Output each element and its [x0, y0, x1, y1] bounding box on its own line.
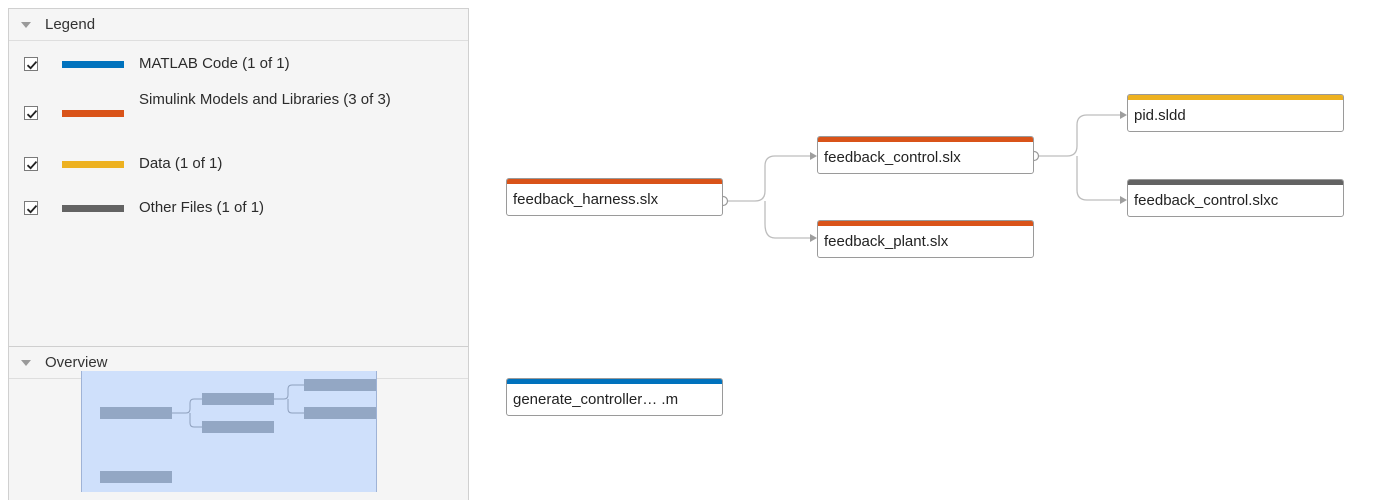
node-label: generate_controller… .m — [513, 391, 679, 408]
dependency-graph-canvas[interactable]: feedback_harness.slx feedback_control.sl… — [469, 8, 1382, 500]
check-icon — [26, 161, 38, 170]
node-label: feedback_control.slxc — [1134, 192, 1279, 209]
legend-label-other-files: Other Files (1 of 1) — [139, 199, 265, 216]
legend-item-other-files: Other Files (1 of 1) — [9, 198, 468, 218]
overview-viewport[interactable] — [81, 371, 377, 492]
legend-swatch-matlab-code — [62, 61, 124, 68]
overview-title: Overview — [45, 354, 108, 371]
node-feedback-control[interactable]: feedback_control.slx — [817, 136, 1034, 174]
node-label: feedback_harness.slx — [513, 191, 659, 208]
collapse-triangle-icon[interactable] — [21, 21, 31, 28]
legend-swatch-data — [62, 161, 124, 168]
arrowhead-icon — [1120, 111, 1127, 119]
node-feedback-plant[interactable]: feedback_plant.slx — [817, 220, 1034, 258]
node-pid-sldd[interactable]: pid.sldd — [1127, 94, 1344, 132]
check-icon — [26, 205, 38, 214]
legend-item-data: Data (1 of 1) — [9, 154, 468, 174]
checkbox-simulink-models[interactable] — [24, 106, 38, 120]
node-color-bar — [818, 137, 1033, 142]
node-feedback-harness[interactable]: feedback_harness.slx — [506, 178, 723, 216]
node-color-bar — [818, 221, 1033, 226]
legend-item-matlab-code: MATLAB Code (1 of 1) — [9, 54, 468, 74]
arrowhead-icon — [810, 152, 817, 160]
overview-edges — [172, 384, 304, 428]
node-generate-controller[interactable]: generate_controller… .m — [506, 378, 723, 416]
check-icon — [26, 110, 38, 119]
checkbox-data[interactable] — [24, 157, 38, 171]
arrowhead-icon — [1120, 196, 1127, 204]
arrowhead-icon — [810, 234, 817, 242]
legend-swatch-other-files — [62, 205, 124, 212]
node-label: pid.sldd — [1134, 107, 1186, 124]
legend-label-simulink-models: Simulink Models and Libraries (3 of 3) — [139, 91, 391, 108]
legend-title: Legend — [45, 16, 96, 33]
legend-label-data: Data (1 of 1) — [139, 155, 223, 172]
node-color-bar — [1128, 180, 1343, 185]
node-label: feedback_control.slx — [824, 149, 961, 166]
checkbox-matlab-code[interactable] — [24, 57, 38, 71]
legend-swatch-simulink-models — [62, 110, 124, 117]
check-icon — [26, 61, 38, 70]
legend-label-matlab-code: MATLAB Code (1 of 1) — [139, 55, 290, 72]
node-feedback-control-slxc[interactable]: feedback_control.slxc — [1127, 179, 1344, 217]
node-label: feedback_plant.slx — [824, 233, 949, 250]
checkbox-other-files[interactable] — [24, 201, 38, 215]
legend-header[interactable]: Legend — [9, 8, 468, 41]
legend-item-simulink-models: Simulink Models and Libraries (3 of 3) — [9, 90, 468, 130]
collapse-triangle-icon[interactable] — [21, 359, 31, 366]
node-color-bar — [507, 379, 722, 384]
node-color-bar — [507, 179, 722, 184]
node-color-bar — [1128, 95, 1343, 100]
